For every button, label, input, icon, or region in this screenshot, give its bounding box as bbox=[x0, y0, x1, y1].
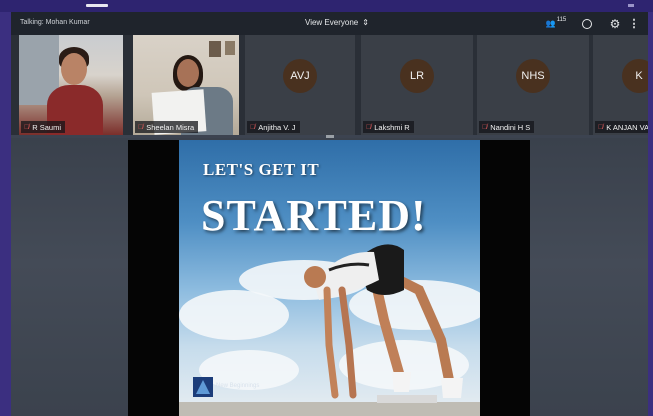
participant-name: R Saumi bbox=[32, 122, 62, 132]
video-wall-frame bbox=[225, 41, 235, 55]
participant-avatar: AVJ bbox=[283, 59, 317, 93]
participant-avatar: NHS bbox=[516, 59, 550, 93]
participant-name-tag: 🎙̸ Sheelan Misra bbox=[135, 121, 199, 133]
participant-name: Nandini H S bbox=[490, 122, 531, 132]
people-icon: 👥 bbox=[545, 19, 556, 28]
participant-tile[interactable]: 🎙̸ R Saumi bbox=[19, 35, 123, 135]
participant-strip: 🎙̸ R Saumi 🎙̸ Sheelan Misra AVJ 🎙̸ Anjit… bbox=[11, 35, 648, 135]
participant-avatar: K bbox=[622, 59, 648, 93]
meeting-topbar: Talking: Mohan Kumar View Everyone ⇕ 👥 11… bbox=[11, 12, 648, 35]
participant-name-tag: 🎙̸ Nandini H S bbox=[479, 121, 535, 133]
mic-off-icon: 🎙̸ bbox=[482, 123, 488, 131]
outer-frame-dash bbox=[86, 4, 108, 7]
participants-count: 115 bbox=[556, 16, 567, 23]
participants-button[interactable]: 👥 115 bbox=[543, 16, 569, 31]
mic-off-icon: 🎙̸ bbox=[598, 123, 604, 131]
view-everyone-dropdown[interactable]: View Everyone ⇕ bbox=[305, 18, 369, 27]
video-wall-frame bbox=[209, 41, 221, 57]
chat-button[interactable] bbox=[579, 16, 595, 31]
participant-name-tag: 🎙̸ K ANJAN VA bbox=[595, 121, 648, 133]
participant-avatar: LR bbox=[400, 59, 434, 93]
shared-screen-stage: LET'S GET IT STARTED! New Beginnings bbox=[11, 138, 648, 416]
new-beginnings-logo bbox=[193, 377, 213, 397]
talking-indicator: Talking: Mohan Kumar bbox=[20, 19, 90, 26]
participant-tile[interactable]: LR 🎙̸ Lakshmi R bbox=[361, 35, 473, 135]
participant-name-tag: 🎙̸ Anjitha V. J bbox=[247, 121, 300, 133]
more-icon: ⋮ bbox=[628, 18, 640, 30]
participant-tile[interactable]: NHS 🎙̸ Nandini H S bbox=[477, 35, 589, 135]
outer-frame-dot bbox=[628, 4, 634, 7]
outer-frame-top bbox=[0, 0, 653, 12]
meeting-window: Talking: Mohan Kumar View Everyone ⇕ 👥 11… bbox=[11, 12, 648, 416]
video-person-head bbox=[61, 53, 87, 85]
gear-icon: ⚙ bbox=[609, 16, 621, 31]
chat-icon bbox=[582, 18, 592, 29]
shared-slide: LET'S GET IT STARTED! New Beginnings bbox=[179, 140, 480, 416]
sprinter-illustration bbox=[304, 244, 463, 403]
mic-off-icon: 🎙̸ bbox=[138, 123, 144, 131]
participant-name: Lakshmi R bbox=[374, 122, 410, 132]
participant-tile[interactable]: 🎙̸ Sheelan Misra bbox=[133, 35, 239, 135]
video-person-head bbox=[177, 59, 199, 87]
participant-tile[interactable]: K 🎙̸ K ANJAN VA bbox=[593, 35, 648, 135]
participant-name: Sheelan Misra bbox=[146, 122, 195, 132]
participant-name-tag: 🎙̸ R Saumi bbox=[21, 121, 66, 133]
mic-off-icon: 🎙̸ bbox=[24, 123, 30, 131]
participant-tile[interactable]: AVJ 🎙̸ Anjitha V. J bbox=[245, 35, 355, 135]
view-everyone-label: View Everyone bbox=[305, 18, 359, 27]
slide-logo-text: New Beginnings bbox=[216, 383, 260, 389]
mic-off-icon: 🎙̸ bbox=[250, 123, 256, 131]
mic-off-icon: 🎙̸ bbox=[366, 123, 372, 131]
participant-name: Anjitha V. J bbox=[258, 122, 296, 132]
participant-name: K ANJAN VA bbox=[606, 122, 648, 132]
settings-button[interactable]: ⚙ bbox=[607, 16, 623, 31]
updown-chevron-icon: ⇕ bbox=[362, 17, 369, 27]
more-options-button[interactable]: ⋮ bbox=[628, 16, 640, 31]
participant-name-tag: 🎙̸ Lakshmi R bbox=[363, 121, 414, 133]
